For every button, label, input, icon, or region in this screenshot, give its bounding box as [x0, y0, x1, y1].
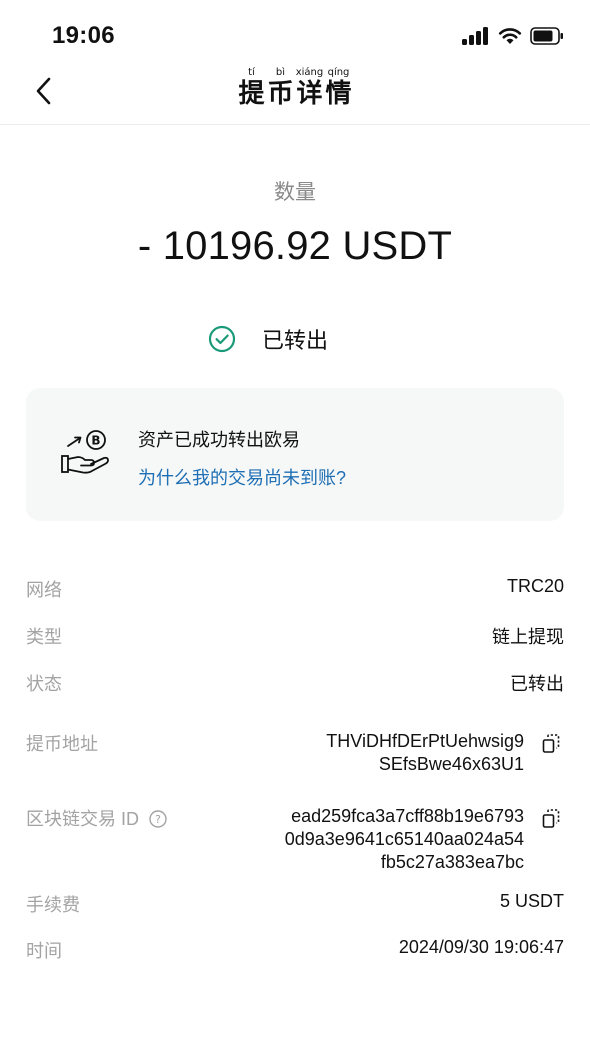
wifi-icon — [498, 28, 522, 44]
svg-text:B: B — [91, 434, 100, 448]
txid-line: 0d9a3e9641c65140aa024a54 — [284, 829, 524, 849]
title-pinyin: xiáng — [295, 67, 324, 78]
amount-value: - 10196.92 USDT — [137, 224, 453, 268]
amount-label: 数量 — [274, 181, 316, 204]
detail-label: 提币地址 — [26, 734, 98, 754]
battery-icon — [530, 27, 563, 45]
detail-label: 区块链交易 ID? — [26, 805, 167, 831]
svg-text:?: ? — [155, 813, 161, 826]
check-circle-icon — [208, 325, 236, 353]
title-hanzi: 情 — [325, 79, 352, 109]
title-hanzi: 详 — [296, 79, 323, 109]
detail-label: 类型 — [26, 627, 62, 647]
transfer-status: 已转出 — [208, 322, 328, 356]
title-char: tí 提 — [237, 67, 266, 109]
title-char: xiáng 详 — [295, 67, 324, 109]
title-char: qíng 情 — [324, 67, 353, 109]
info-card: B 资产已成功转出欧易 为什么我的交易尚未到账? — [26, 388, 564, 521]
address-line: THViDHfDErPtUehwsig9 — [326, 731, 524, 751]
detail-value: 链上提现 — [492, 627, 564, 647]
transaction-id[interactable]: ead259fca3a7cff88b19e6793 0d9a3e9641c651… — [285, 805, 524, 874]
title-pinyin: tí — [248, 67, 255, 78]
detail-label: 网络 — [26, 580, 62, 600]
hand-coin-icon: B — [61, 430, 109, 474]
why-not-arrived-link[interactable]: 为什么我的交易尚未到账? — [138, 464, 346, 490]
page-title: tí 提 bì 币 xiáng 详 qíng 情 — [0, 62, 590, 109]
txid-line: fb5c27a383ea7bc — [380, 852, 524, 872]
status-text: 已转出 — [262, 328, 329, 353]
copy-txid-icon[interactable] — [542, 809, 560, 829]
detail-value: 已转出 — [510, 674, 564, 694]
copy-address-icon[interactable] — [542, 734, 560, 754]
detail-label: 状态 — [26, 674, 62, 694]
detail-value: 5 USDT — [499, 891, 564, 911]
detail-label: 手续费 — [26, 895, 80, 915]
detail-value: TRC20 — [506, 576, 564, 596]
detail-label: 时间 — [26, 941, 62, 961]
title-hanzi: 币 — [267, 79, 294, 109]
title-pinyin: qíng — [327, 67, 350, 78]
detail-value: 2024/09/30 19:06:47 — [398, 937, 564, 957]
title-pinyin: bì — [275, 67, 286, 78]
title-char: bì 币 — [266, 67, 295, 109]
help-circle-icon[interactable]: ? — [149, 810, 167, 828]
address-line: SEfsBwe46x63U1 — [378, 754, 524, 774]
nav-bar: tí 提 bì 币 xiáng 详 qíng 情 — [0, 60, 590, 125]
status-time: 19:06 — [52, 22, 115, 49]
card-title: 资产已成功转出欧易 — [138, 430, 300, 450]
cellular-signal-icon — [462, 27, 492, 45]
title-hanzi: 提 — [238, 79, 265, 109]
txid-line: ead259fca3a7cff88b19e6793 — [291, 806, 524, 826]
detail-label-text: 区块链交易 ID — [26, 809, 140, 829]
withdraw-address[interactable]: THViDHfDErPtUehwsig9 SEfsBwe46x63U1 — [326, 730, 524, 776]
